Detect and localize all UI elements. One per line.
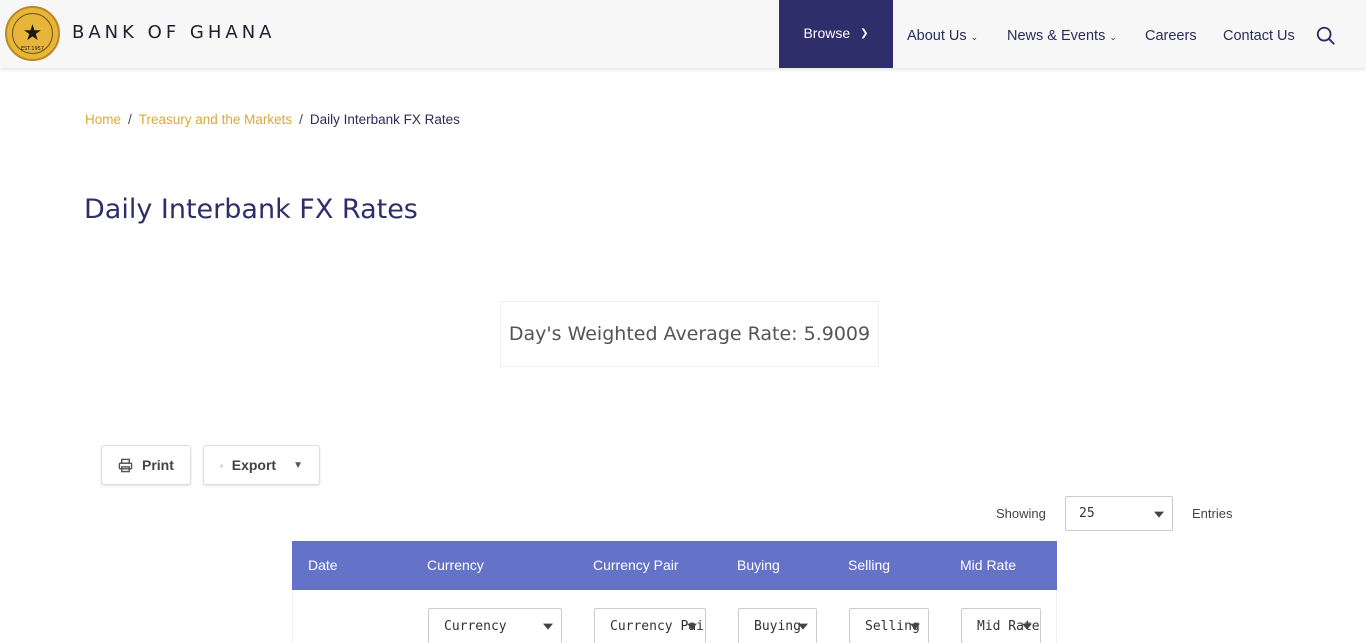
table-filter-row: Currency Currency Pair Buying Selling Mi…	[292, 590, 1057, 643]
buying-filter-select[interactable]: Buying	[738, 608, 817, 643]
caret-down-icon	[1022, 623, 1032, 630]
bank-logo[interactable]: ★ EST.1957	[5, 6, 60, 61]
entries-value: 25	[1079, 506, 1095, 521]
column-header-date[interactable]: Date	[308, 557, 338, 573]
export-icon	[220, 463, 223, 467]
logo-est-text: EST.1957	[20, 46, 45, 52]
column-header-buying[interactable]: Buying	[737, 557, 780, 573]
mid-rate-filter-select[interactable]: Mid Rate	[961, 608, 1041, 643]
nav-news-label: News & Events	[1007, 28, 1106, 44]
nav-browse-label: Browse	[803, 25, 851, 41]
breadcrumb-treasury[interactable]: Treasury and the Markets	[139, 112, 292, 127]
breadcrumb-home[interactable]: Home	[85, 112, 121, 127]
breadcrumb: Home / Treasury and the Markets / Daily …	[85, 112, 460, 127]
buying-filter-label: Buying	[754, 618, 801, 634]
column-header-mid-rate[interactable]: Mid Rate	[960, 557, 1016, 573]
column-header-selling[interactable]: Selling	[848, 557, 890, 573]
chevron-down-icon: ❯	[860, 27, 869, 39]
selling-filter-select[interactable]: Selling	[849, 608, 929, 643]
print-label: Print	[142, 457, 174, 473]
currency-filter-label: Currency	[444, 618, 507, 634]
nav-contact-label: Contact Us	[1223, 28, 1295, 44]
nav-item-contact[interactable]: Contact Us	[1223, 28, 1295, 44]
search-icon[interactable]	[1315, 25, 1337, 47]
site-header: ★ EST.1957 BANK OF GHANA Browse ❯ About …	[0, 0, 1366, 68]
page-title: Daily Interbank FX Rates	[84, 194, 418, 225]
export-label: Export	[231, 457, 277, 473]
export-button[interactable]: Export ▼	[203, 445, 320, 485]
brand-name[interactable]: BANK OF GHANA	[72, 22, 275, 43]
print-button[interactable]: Print	[101, 445, 191, 485]
breadcrumb-separator: /	[299, 112, 303, 127]
caret-down-icon	[910, 623, 920, 630]
weighted-average-rate: Day's Weighted Average Rate: 5.9009	[500, 301, 879, 367]
currency-filter-select[interactable]: Currency	[428, 608, 562, 643]
nav-item-about[interactable]: About Us ⌄	[907, 28, 978, 44]
nav-about-label: About Us	[907, 28, 967, 44]
nav-item-careers[interactable]: Careers	[1145, 28, 1197, 44]
entries-select[interactable]: 25	[1065, 496, 1173, 531]
caret-down-icon	[543, 623, 553, 630]
nav-item-news[interactable]: News & Events ⌄	[1007, 28, 1117, 44]
column-header-currency[interactable]: Currency	[427, 557, 484, 573]
column-header-currency-pair[interactable]: Currency Pair	[593, 557, 679, 573]
currency-pair-filter-select[interactable]: Currency Pair	[594, 608, 706, 643]
breadcrumb-current: Daily Interbank FX Rates	[309, 112, 460, 127]
printer-icon	[118, 458, 133, 472]
showing-label: Showing	[996, 506, 1046, 521]
nav-browse-button[interactable]: Browse ❯	[779, 0, 893, 68]
table-header: Date Currency Currency Pair Buying Selli…	[292, 541, 1057, 590]
chevron-down-icon: ⌄	[970, 31, 979, 42]
entries-label: Entries	[1192, 506, 1233, 521]
caret-down-icon: ▼	[293, 459, 303, 471]
caret-down-icon	[1154, 511, 1164, 518]
chevron-down-icon: ⌄	[1109, 31, 1117, 42]
breadcrumb-separator: /	[128, 112, 132, 127]
caret-down-icon	[687, 623, 697, 630]
nav-careers-label: Careers	[1145, 28, 1197, 44]
caret-down-icon	[798, 623, 808, 630]
